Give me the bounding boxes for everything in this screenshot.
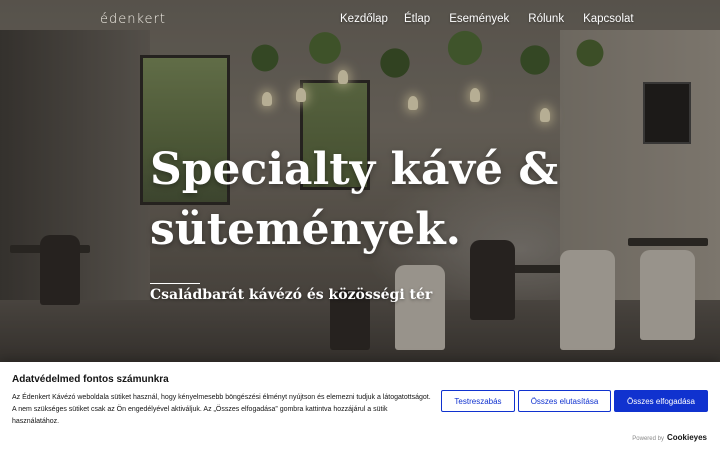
- main-nav: Kezdőlap Étlap Események Rólunk Kapcsola…: [340, 13, 634, 25]
- powered-by-label: Powered by: [632, 436, 664, 442]
- brand-logo-text: édenkert: [100, 12, 166, 27]
- hero-headline: Specialty kávé & sütemények.: [150, 140, 630, 260]
- nav-item-etlap[interactable]: Étlap: [404, 13, 430, 25]
- nav-item-rolunk[interactable]: Rólunk: [528, 13, 564, 25]
- hero-subheadline: Családbarát kávézó és közösségi tér: [150, 287, 433, 303]
- cookie-decline-all-button[interactable]: Összes elutasítása: [518, 390, 611, 412]
- hero-divider: [150, 283, 200, 284]
- nav-item-kezdolap[interactable]: Kezdőlap: [340, 13, 388, 25]
- nav-item-kapcsolat[interactable]: Kapcsolat: [583, 13, 634, 25]
- powered-by-cookieyes[interactable]: Powered by Cookieyes: [632, 433, 707, 442]
- nav-item-esemenyek[interactable]: Események: [449, 13, 509, 25]
- cookie-banner-title: Adatvédelmed fontos számunkra: [12, 374, 169, 385]
- cookie-consent-banner: Adatvédelmed fontos számunkra Az Édenker…: [0, 362, 720, 450]
- cookieyes-logo: Cookieyes: [666, 433, 707, 442]
- hero-headline-line-2: sütemények.: [150, 204, 461, 255]
- hero-headline-line-1: Specialty kávé &: [150, 144, 559, 195]
- cookie-banner-text: Az Édenkert Kávézó weboldala sütiket has…: [12, 394, 431, 425]
- cookie-accept-all-button[interactable]: Összes elfogadása: [614, 390, 708, 412]
- cookie-customize-button[interactable]: Testreszabás: [441, 390, 515, 412]
- brand-logo[interactable]: édenkert: [100, 12, 165, 34]
